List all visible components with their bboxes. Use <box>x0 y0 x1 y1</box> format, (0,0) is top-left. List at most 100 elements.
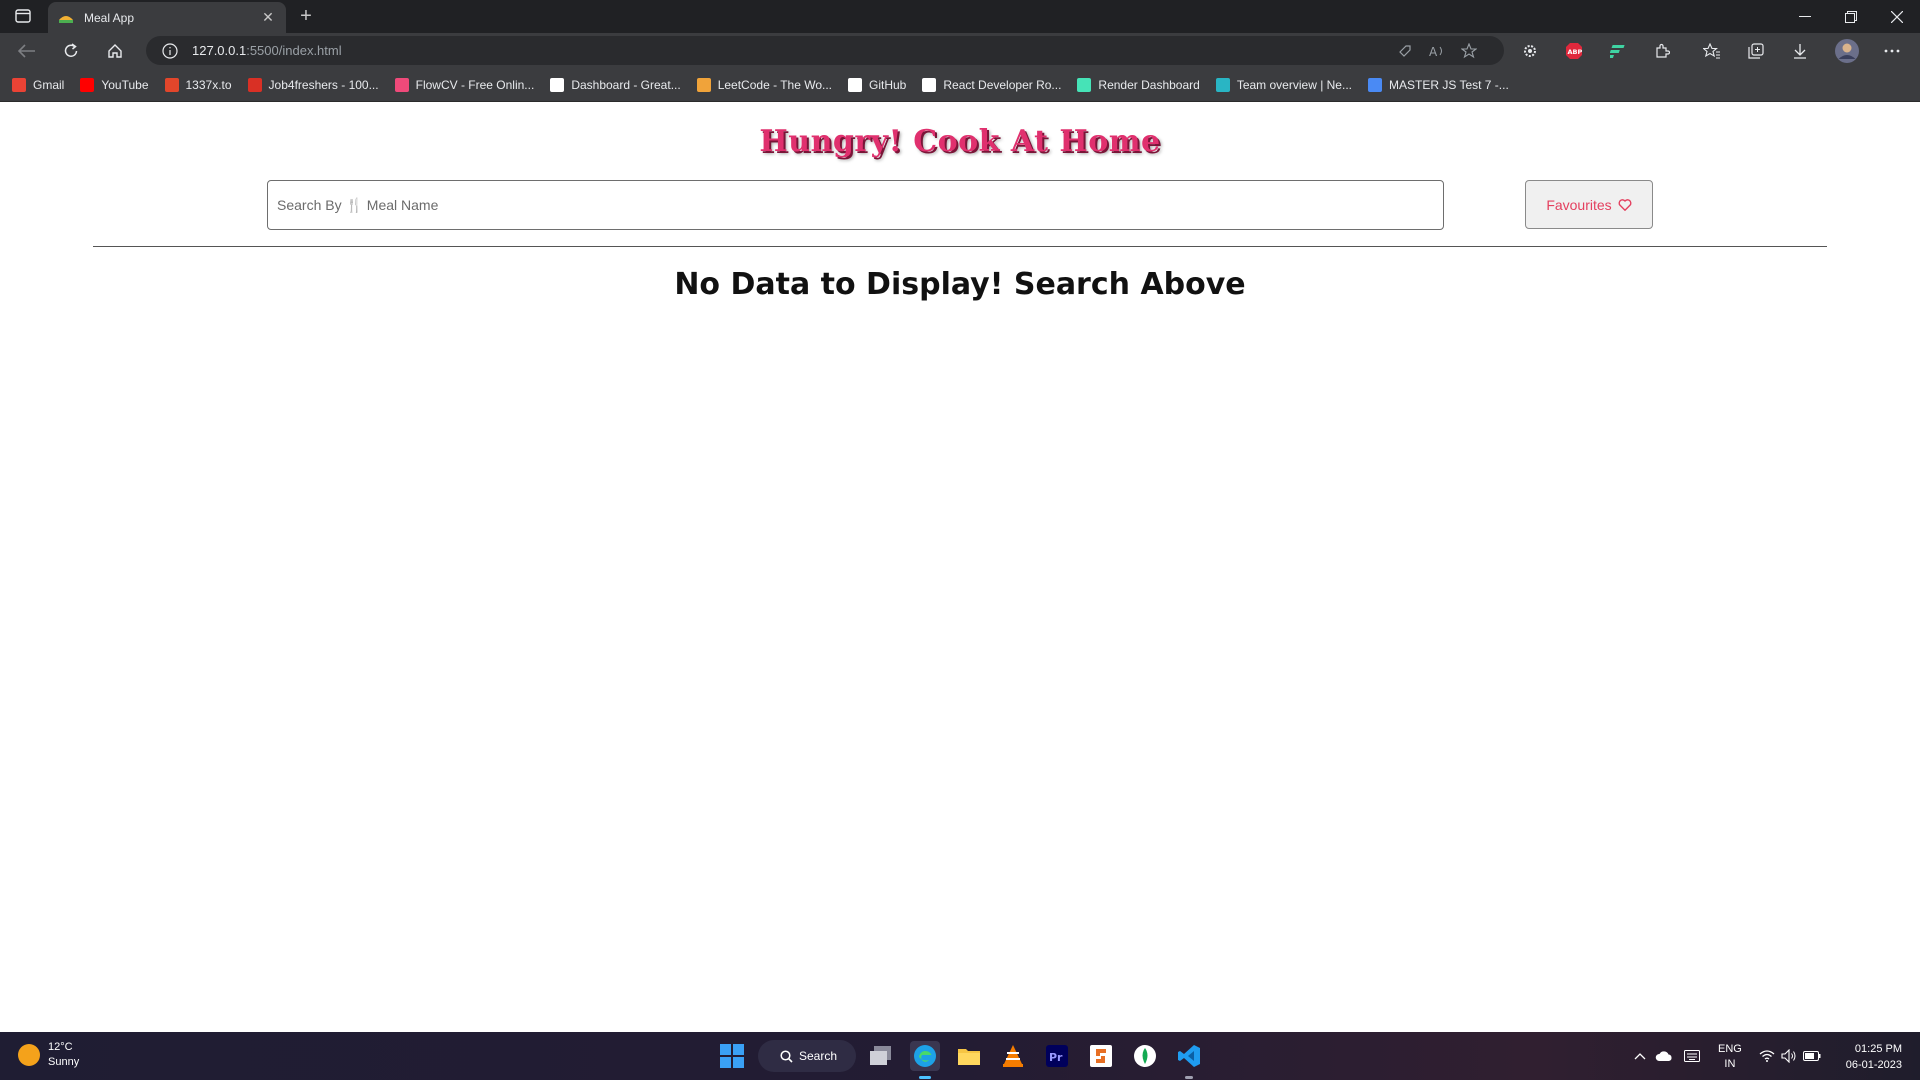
bookmark-item[interactable]: React Developer Ro... <box>922 77 1061 92</box>
bookmark-favicon-icon <box>550 77 565 92</box>
add-favorite-icon[interactable] <box>1460 42 1478 60</box>
bookmark-favicon-icon <box>1215 77 1230 92</box>
bookmark-item[interactable]: MASTER JS Test 7 -... <box>1367 77 1509 92</box>
header-divider <box>93 246 1827 247</box>
region-code: IN <box>1724 1058 1736 1070</box>
file-explorer-icon[interactable] <box>954 1041 984 1071</box>
bookmark-item[interactable]: Dashboard - Great... <box>550 77 681 92</box>
svg-text:A: A <box>1429 45 1438 58</box>
clock-date: 06-01-2023 <box>1845 1059 1902 1071</box>
clock-time: 01:25 PM <box>1854 1043 1902 1055</box>
language-indicator[interactable]: ENG IN <box>1718 1042 1742 1072</box>
bookmark-label: Render Dashboard <box>1098 77 1200 92</box>
home-icon[interactable] <box>102 38 128 64</box>
onedrive-cloud-icon[interactable] <box>1654 1032 1674 1080</box>
favourites-label: Favourites <box>1546 196 1612 213</box>
bookmark-item[interactable]: Gmail <box>12 77 64 92</box>
task-view-icon[interactable] <box>866 1041 896 1071</box>
svg-text:Pr: Pr <box>1049 1051 1063 1064</box>
bookmarks-bar: Gmail YouTube 1337x.to Job4freshers - 100..… <box>0 68 1920 102</box>
tracking-prevention-icon[interactable] <box>1396 42 1414 60</box>
meal-app-favicon-icon <box>59 15 73 23</box>
downloads-icon[interactable] <box>1790 41 1810 61</box>
bookmark-label: Team overview | Ne... <box>1236 77 1352 92</box>
keyboard-icon[interactable] <box>1682 1032 1702 1080</box>
heart-icon <box>1618 198 1632 211</box>
weather-description: Sunny <box>48 1056 80 1068</box>
page-content: Hungry! Cook At Home Favourites No Data … <box>0 102 1920 1032</box>
bookmark-label: LeetCode - The Wo... <box>717 77 832 92</box>
vlc-icon[interactable] <box>998 1041 1028 1071</box>
close-tab-icon[interactable]: ✕ <box>260 9 276 26</box>
tab-actions-icon[interactable] <box>12 6 34 26</box>
browser-toolbar: 127.0.0.1:5500/index.html A ABP <box>0 33 1920 68</box>
edge-browser-icon[interactable] <box>910 1041 940 1071</box>
bookmark-favicon-icon <box>1367 77 1382 92</box>
settings-more-icon[interactable] <box>1882 41 1902 61</box>
collections-icon[interactable] <box>1746 41 1766 61</box>
bookmark-favicon-icon <box>696 77 711 92</box>
bookmark-item[interactable]: LeetCode - The Wo... <box>696 77 832 92</box>
bookmark-favicon-icon <box>80 77 95 92</box>
open-app-indicator <box>1185 1076 1193 1079</box>
browser-tab-bar: Meal App ✕ + <box>0 0 1920 33</box>
bookmark-item[interactable]: GitHub <box>848 77 906 92</box>
sun-icon <box>18 1044 40 1066</box>
bookmark-label: YouTube <box>101 77 149 92</box>
adblock-icon[interactable]: ABP <box>1564 41 1584 61</box>
bookmark-item[interactable]: Job4freshers - 100... <box>247 77 379 92</box>
bookmark-favicon-icon <box>1077 77 1092 92</box>
svg-text:ABP: ABP <box>1568 48 1583 56</box>
bookmark-label: 1337x.to <box>185 77 232 92</box>
back-icon[interactable] <box>14 38 40 64</box>
mongodb-compass-icon[interactable] <box>1130 1041 1160 1071</box>
bookmark-item[interactable]: Render Dashboard <box>1077 77 1200 92</box>
browser-tab[interactable]: Meal App ✕ <box>48 2 286 33</box>
url-text: 127.0.0.1:5500/index.html <box>192 43 342 58</box>
profile-avatar[interactable] <box>1834 38 1860 64</box>
start-windows-icon[interactable] <box>720 1044 744 1068</box>
premiere-pro-icon[interactable]: Pr <box>1042 1041 1072 1071</box>
bookmark-item[interactable]: FlowCV - Free Onlin... <box>394 77 534 92</box>
weather-temperature: 12°C <box>48 1041 73 1053</box>
bookmark-item[interactable]: 1337x.to <box>164 77 232 92</box>
bookmark-item[interactable]: Team overview | Ne... <box>1215 77 1352 92</box>
empty-state-message: No Data to Display! Search Above <box>674 267 1246 302</box>
bookmark-favicon-icon <box>848 77 862 92</box>
weather-widget[interactable]: 12°C Sunny <box>18 1040 79 1070</box>
sublime-like-icon[interactable] <box>1086 1041 1116 1071</box>
bookmark-favicon-icon <box>247 77 262 92</box>
extension-gear-icon[interactable] <box>1520 41 1540 61</box>
taskbar-search-button[interactable]: Search <box>758 1040 856 1072</box>
wifi-icon[interactable] <box>1758 1032 1776 1080</box>
new-tab-button[interactable]: + <box>294 5 318 29</box>
system-clock[interactable]: 01:25 PM 06-01-2023 <box>1846 1041 1902 1073</box>
extensions-puzzle-icon[interactable] <box>1652 41 1672 61</box>
active-app-indicator <box>919 1076 931 1079</box>
site-info-icon[interactable] <box>162 42 178 59</box>
address-bar[interactable]: 127.0.0.1:5500/index.html A <box>146 36 1504 65</box>
bookmark-label: MASTER JS Test 7 -... <box>1388 77 1509 92</box>
battery-icon[interactable] <box>1802 1032 1822 1080</box>
extension-stripes-icon[interactable] <box>1608 41 1628 61</box>
search-icon <box>780 1049 793 1063</box>
show-hidden-icons-chevron-icon[interactable] <box>1632 1032 1648 1080</box>
windows-taskbar: 12°C Sunny Search Pr ENG IN 01:25 PM 06-… <box>0 1032 1920 1080</box>
restore-icon[interactable] <box>1828 0 1874 33</box>
tab-title: Meal App <box>84 10 135 25</box>
bookmark-favicon-icon <box>394 77 409 92</box>
bookmark-item[interactable]: YouTube <box>80 77 149 92</box>
meal-search-input[interactable] <box>267 180 1444 230</box>
close-window-icon[interactable] <box>1874 0 1920 33</box>
vscode-icon[interactable] <box>1174 1041 1204 1071</box>
read-aloud-icon[interactable]: A <box>1428 42 1446 60</box>
favourites-button[interactable]: Favourites <box>1525 180 1653 229</box>
bookmark-label: Job4freshers - 100... <box>268 77 379 92</box>
taskbar-search-label: Search <box>799 1049 838 1063</box>
refresh-icon[interactable] <box>58 38 84 64</box>
bookmark-favicon-icon <box>164 77 179 92</box>
minimize-icon[interactable] <box>1782 0 1828 33</box>
language-code: ENG <box>1718 1043 1742 1055</box>
favorites-icon[interactable] <box>1702 41 1722 61</box>
volume-icon[interactable] <box>1780 1032 1798 1080</box>
